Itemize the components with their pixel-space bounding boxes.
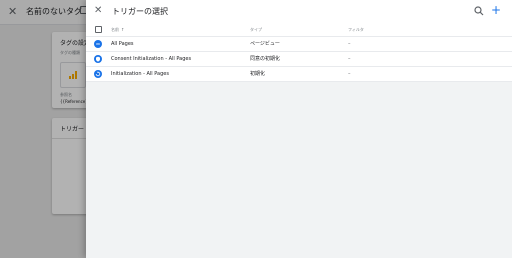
trigger-table: 名前 ↑ タイプ フィルタ All Pages ページビュー – Consent … (86, 24, 512, 82)
trigger-type: 初期化 (250, 71, 266, 77)
search-icon[interactable] (474, 6, 484, 16)
trigger-type: ページビュー (250, 41, 280, 47)
trigger-type: 同意の初期化 (250, 56, 281, 62)
table-row[interactable]: Initialization - All Pages 初期化 – (86, 67, 512, 82)
table-row[interactable]: Consent Initialization - All Pages 同意の初期… (86, 52, 512, 67)
trigger-filter: – (348, 71, 351, 77)
sort-arrow-icon: ↑ (121, 27, 125, 32)
column-header-name[interactable]: 名前 ↑ (111, 24, 124, 36)
initialization-icon (94, 70, 102, 78)
panel-header: ✕ トリガーの選択 + (86, 0, 512, 24)
trigger-filter: – (348, 56, 351, 62)
column-header-type[interactable]: タイプ (250, 24, 262, 36)
trigger-select-panel: ✕ トリガーの選択 + 名前 ↑ タイプ フィルタ All Pages ページビュ… (86, 0, 512, 258)
table-row[interactable]: All Pages ページビュー – (86, 37, 512, 52)
trigger-name: Consent Initialization - All Pages (111, 56, 192, 62)
add-trigger-icon[interactable]: + (491, 3, 501, 17)
close-icon[interactable]: ✕ (94, 5, 102, 17)
trigger-name: Initialization - All Pages (111, 71, 169, 77)
table-header-row: 名前 ↑ タイプ フィルタ (86, 24, 512, 37)
column-header-filter[interactable]: フィルタ (348, 24, 364, 36)
consent-init-icon (94, 55, 102, 63)
trigger-filter: – (348, 41, 351, 47)
trigger-name: All Pages (111, 41, 134, 47)
select-all-checkbox[interactable] (95, 26, 102, 33)
panel-title: トリガーの選択 (112, 7, 168, 16)
pageview-icon (94, 40, 102, 48)
